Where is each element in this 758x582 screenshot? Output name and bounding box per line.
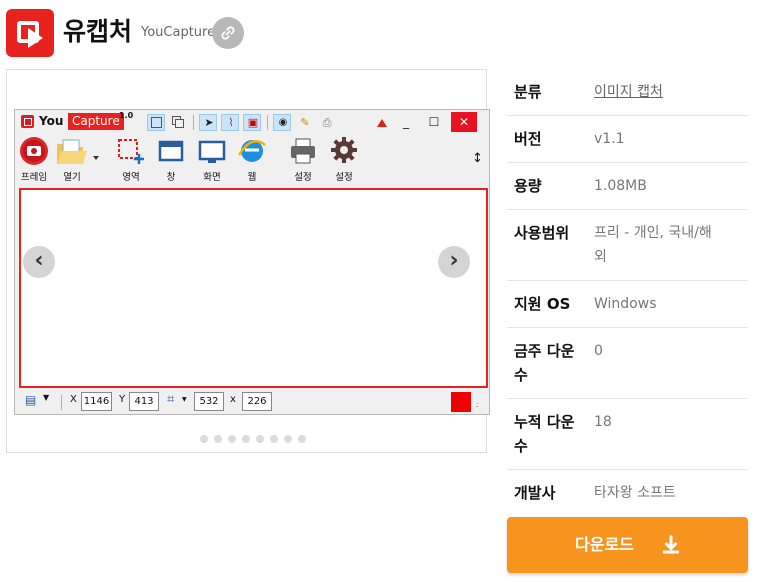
tool-screen: 화면	[196, 136, 228, 184]
screenshot-image: You Capture 1.0 ➤ ⌇ ▣ ◉ ✎ ⎙ _ ☐ ✕ 프레임 열기…	[14, 109, 490, 415]
carousel-dot[interactable]	[242, 435, 250, 443]
dropdown-arrow-icon: ▼	[43, 393, 50, 402]
region-select-icon	[118, 139, 144, 164]
tool-print: 설정	[287, 136, 319, 184]
carousel-dot[interactable]	[298, 435, 306, 443]
pencil-icon: ✎	[300, 116, 310, 129]
eye-icon: ◉	[273, 114, 291, 131]
color-swatch	[451, 392, 471, 412]
capture-toolbar: 프레임 열기 영역 창 화면 웹 설정 설정 ↕	[15, 136, 489, 184]
window-titlebar: You Capture 1.0 ➤ ⌇ ▣ ◉ ✎ ⎙ _ ☐ ✕	[15, 110, 489, 134]
download-icon	[663, 535, 679, 554]
screen-capture-icon	[198, 140, 226, 163]
youcapture-logo-icon	[21, 115, 34, 128]
layout-single-icon	[147, 114, 165, 131]
window-name-highlight: Capture	[68, 113, 124, 130]
y-coordinate-field: 413	[129, 392, 159, 411]
carousel-dot[interactable]	[270, 435, 278, 443]
clip-icon: ⌇	[221, 114, 239, 131]
height-field: 226	[242, 392, 272, 411]
info-row-os: 지원 OS Windows	[507, 281, 748, 328]
crop-size-icon: ⌗	[167, 392, 175, 407]
app-logo	[6, 9, 54, 57]
maximize-icon: ☐	[428, 115, 440, 129]
close-icon: ✕	[451, 112, 477, 132]
settings-gear-icon	[331, 137, 357, 163]
carousel-dot[interactable]	[256, 435, 264, 443]
printer-small-icon: ⎙	[322, 116, 332, 129]
tool-web: 웹	[236, 136, 268, 184]
window-version: 1.0	[119, 111, 134, 120]
resize-grip-icon: .:	[475, 400, 479, 409]
width-field: 532	[194, 392, 224, 411]
printer-icon	[291, 138, 315, 164]
app-title: 유캡처	[63, 17, 133, 46]
x-coordinate-field: 1146	[81, 392, 112, 411]
carousel-dot[interactable]	[228, 435, 236, 443]
save-icon: ▤	[25, 393, 37, 407]
save-disk-icon: ▣	[243, 114, 261, 131]
info-row-total-downloads: 누적 다운 수 18	[507, 399, 748, 470]
info-row-version: 버전 v1.1	[507, 116, 748, 163]
capture-area	[19, 188, 488, 388]
carousel-prev-button[interactable]: ‹	[23, 246, 55, 278]
carousel-dot[interactable]	[284, 435, 292, 443]
tool-window: 창	[155, 136, 187, 184]
record-frame-icon	[20, 137, 48, 165]
tool-region: 영역	[115, 136, 147, 184]
tool-open: 열기	[55, 136, 103, 184]
download-button[interactable]: 다운로드	[507, 517, 748, 573]
web-browser-icon	[237, 140, 266, 162]
cursor-icon: ➤	[199, 114, 217, 131]
alert-icon	[377, 119, 387, 127]
app-subtitle: YouCapture	[141, 25, 216, 40]
chevron-right-icon: ›	[449, 248, 459, 273]
resize-vertical-icon: ↕	[472, 151, 483, 166]
carousel-next-button[interactable]: ›	[438, 246, 470, 278]
info-row-developer: 개발사 타자왕 소프트	[514, 484, 676, 502]
open-folder-icon	[57, 139, 99, 164]
window-name: You	[39, 114, 64, 128]
info-row-weekly-downloads: 금주 다운 수 0	[507, 328, 748, 399]
screenshot-carousel: You Capture 1.0 ➤ ⌇ ▣ ◉ ✎ ⎙ _ ☐ ✕ 프레임 열기…	[6, 69, 490, 453]
layout-multi-icon	[169, 114, 187, 131]
category-link[interactable]: 이미지 캡처	[594, 80, 744, 104]
info-row-category: 분류 이미지 캡처	[507, 69, 748, 116]
download-label: 다운로드	[575, 535, 634, 554]
info-row-size: 용량 1.08MB	[507, 163, 748, 210]
carousel-dot[interactable]	[214, 435, 222, 443]
window-capture-icon	[158, 140, 184, 162]
carousel-dot[interactable]	[200, 435, 208, 443]
chevron-left-icon: ‹	[34, 248, 44, 273]
tool-frame: 프레임	[17, 136, 51, 184]
minimize-icon: _	[403, 115, 409, 129]
link-icon	[221, 26, 235, 40]
link-button[interactable]	[212, 17, 244, 49]
window-statusbar: ▤ ▼ X 1146 Y 413 ⌗ ▼ 532 x 226 .:	[15, 390, 489, 414]
tool-settings: 설정	[328, 136, 360, 184]
info-row-license: 사용범위 프리 - 개인, 국내/해 외	[507, 210, 748, 281]
